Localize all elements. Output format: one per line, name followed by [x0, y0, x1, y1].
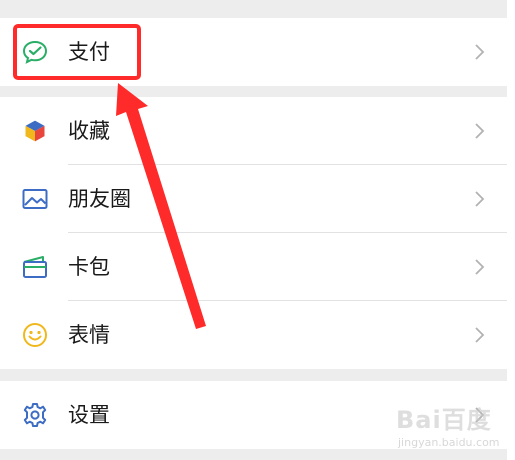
menu-row-favorites[interactable]: 收藏 [0, 97, 507, 165]
chevron-right-icon [475, 191, 485, 207]
menu-row-label: 设置 [68, 403, 110, 427]
baidu-watermark: Bai百度 jingyan.baidu.com [396, 400, 506, 456]
menu-row-cards[interactable]: 卡包 [0, 233, 507, 301]
tools-group: 收藏 朋友圈 卡包 表情 [0, 97, 507, 369]
chevron-right-icon [475, 259, 485, 275]
menu-row-label: 朋友圈 [68, 187, 131, 211]
highlight-box [13, 24, 141, 80]
menu-row-stickers[interactable]: 表情 [0, 301, 507, 369]
picture-icon [22, 189, 48, 209]
menu-row-label: 表情 [68, 323, 110, 347]
chevron-right-icon [475, 123, 485, 139]
menu-row-label: 收藏 [68, 119, 110, 143]
cube-icon [24, 119, 46, 143]
wallet-icon [23, 256, 47, 278]
gear-icon [23, 403, 47, 427]
chevron-right-icon [475, 44, 485, 60]
menu-row-label: 卡包 [68, 255, 110, 279]
menu-row-moments[interactable]: 朋友圈 [0, 165, 507, 233]
me-tab-page: 支付 收藏 朋友圈 卡包 表情 设置 Bai百度 jingyan.baidu.c… [0, 0, 507, 460]
right-edge [507, 0, 515, 460]
watermark-url: jingyan.baidu.com [398, 436, 500, 449]
chevron-right-icon [475, 327, 485, 343]
smiley-icon [23, 323, 47, 347]
watermark-logo: Bai百度 [396, 406, 492, 434]
